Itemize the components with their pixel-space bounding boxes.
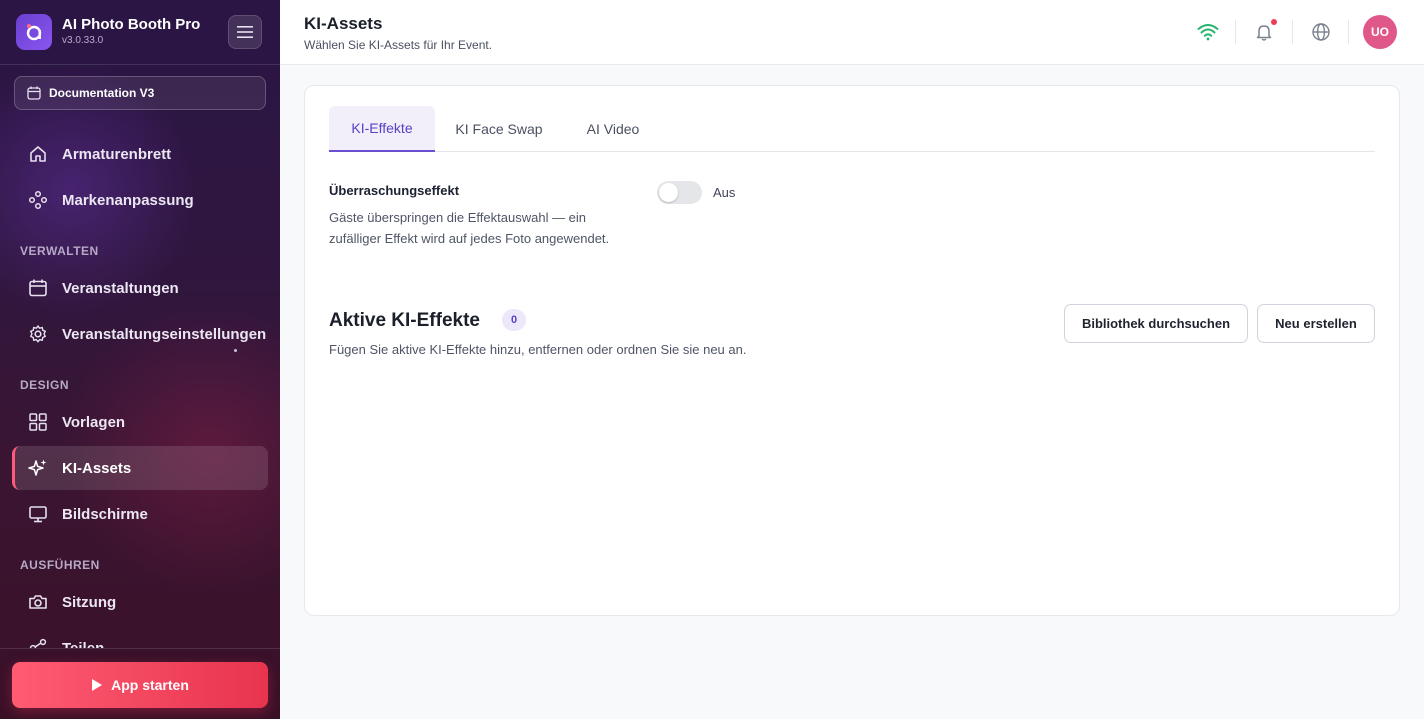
- page-subtitle: Wählen Sie KI-Assets für Ihr Event.: [304, 38, 493, 52]
- home-icon: [30, 146, 46, 162]
- divider: [1292, 20, 1293, 44]
- app-start-label: App starten: [111, 677, 189, 693]
- camera-icon: [29, 595, 47, 609]
- play-icon: [92, 679, 103, 691]
- divider: [0, 648, 280, 649]
- sidebar-item-templates[interactable]: Vorlagen: [12, 400, 268, 444]
- user-avatar[interactable]: UO: [1363, 15, 1397, 49]
- sidebar-item-events[interactable]: Veranstaltungen: [12, 266, 268, 310]
- sidebar-item-label: Bildschirme: [62, 505, 148, 523]
- sidebar-item-label: Sitzung: [62, 593, 117, 611]
- section-manage: VERWALTEN: [20, 244, 99, 258]
- top-header: KI-Assets Wählen Sie KI-Assets für Ihr E…: [280, 0, 1424, 65]
- sidebar-item-label: Armaturenbrett: [62, 145, 172, 163]
- sidebar-item-label: Markenanpassung: [62, 191, 194, 209]
- tab-ai-face-swap[interactable]: KI Face Swap: [447, 106, 551, 151]
- divider: [1348, 20, 1349, 44]
- active-effects-count-badge: 0: [502, 309, 526, 331]
- sidebar-item-label: KI-Assets: [62, 459, 132, 477]
- monitor-icon: [29, 506, 47, 523]
- share-icon: [29, 638, 47, 648]
- page-title: KI-Assets: [304, 14, 383, 33]
- notification-badge: [1271, 19, 1277, 25]
- app-start-button[interactable]: App starten: [12, 662, 268, 708]
- section-run: AUSFÜHREN: [20, 558, 100, 572]
- toggle-state-label: Aus: [713, 185, 736, 200]
- sidebar-item-branding[interactable]: Markenanpassung: [12, 178, 268, 222]
- surprise-effect-title: Überraschungseffekt: [329, 183, 460, 198]
- calendar-icon: [29, 279, 47, 297]
- bell-icon: [1256, 25, 1272, 41]
- scroll-indicator: [234, 349, 237, 352]
- active-effects-description: Fügen Sie aktive KI-Effekte hinzu, entfe…: [329, 342, 747, 357]
- connection-status-button[interactable]: [1196, 20, 1220, 44]
- sidebar-item-session[interactable]: Sitzung: [12, 580, 268, 624]
- tab-bar: KI-Effekte KI Face Swap AI Video: [329, 106, 1375, 152]
- browse-library-button[interactable]: Bibliothek durchsuchen: [1064, 304, 1248, 343]
- sidebar: AI Photo Booth Pro v3.0.33.0 Documentati…: [0, 0, 280, 719]
- toggle-knob: [659, 183, 678, 202]
- sidebar-item-dashboard[interactable]: Armaturenbrett: [12, 132, 268, 176]
- sidebar-item-share[interactable]: Teilen: [12, 626, 268, 648]
- divider: [1235, 20, 1236, 44]
- brand-icon: [28, 190, 48, 210]
- grid-icon: [29, 413, 47, 431]
- sidebar-item-label: Veranstaltungseinstellungen: [62, 325, 267, 343]
- gear-icon: [30, 325, 46, 343]
- sidebar-item-ai-assets[interactable]: KI-Assets: [12, 446, 268, 490]
- sidebar-item-label: Teilen: [62, 639, 105, 649]
- create-new-button[interactable]: Neu erstellen: [1257, 304, 1375, 343]
- sparkles-icon: [28, 459, 47, 476]
- globe-icon: [1312, 23, 1330, 41]
- sidebar-item-label: Veranstaltungen: [62, 279, 179, 297]
- active-effects-title: Aktive KI-Effekte: [329, 310, 480, 331]
- section-design: DESIGN: [20, 378, 70, 392]
- language-button[interactable]: [1309, 20, 1333, 44]
- surprise-effect-description: Gäste überspringen die Effektauswahl — e…: [329, 210, 610, 246]
- tab-ai-effects[interactable]: KI-Effekte: [329, 106, 435, 152]
- wifi-icon: [1197, 24, 1219, 41]
- tab-ai-video[interactable]: AI Video: [573, 106, 653, 151]
- sidebar-item-label: Vorlagen: [62, 413, 126, 431]
- sidebar-item-screens[interactable]: Bildschirme: [12, 492, 268, 536]
- sidebar-item-event-settings[interactable]: Veranstaltungseinstellungen: [12, 312, 268, 356]
- ai-assets-card: KI-Effekte KI Face Swap AI Video Überras…: [304, 85, 1400, 616]
- surprise-effect-toggle[interactable]: [657, 181, 702, 204]
